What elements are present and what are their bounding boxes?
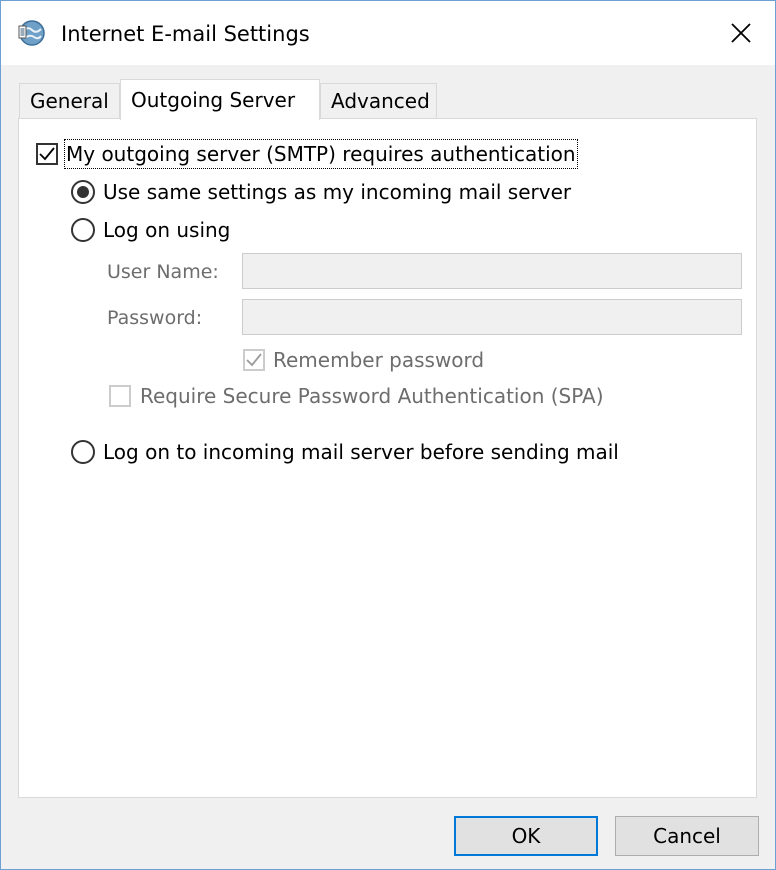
cancel-button[interactable]: Cancel	[615, 816, 759, 856]
smtp-auth-label[interactable]: My outgoing server (SMTP) requires authe…	[64, 139, 578, 169]
title-bar[interactable]: Internet E-mail Settings	[1, 1, 775, 65]
smtp-auth-checkbox[interactable]	[36, 143, 58, 165]
password-label: Password:	[107, 307, 203, 329]
tab-label: Outgoing Server	[131, 88, 296, 112]
remember-password-checkbox[interactable]	[243, 349, 265, 371]
remember-password-label[interactable]: Remember password	[273, 347, 484, 373]
log-on-incoming-radio[interactable]	[71, 440, 95, 464]
checkmark-icon	[246, 353, 262, 367]
tab-label: General	[30, 89, 109, 113]
spa-label[interactable]: Require Secure Password Authentication (…	[140, 383, 604, 409]
use-same-settings-radio[interactable]	[71, 180, 95, 204]
tab-outgoing-server[interactable]: Outgoing Server	[120, 79, 320, 120]
close-icon	[731, 23, 751, 43]
password-field[interactable]	[242, 299, 742, 335]
log-on-using-radio[interactable]	[71, 218, 95, 242]
outlook-globe-icon	[18, 20, 45, 46]
tab-advanced[interactable]: Advanced	[320, 83, 437, 119]
checkmark-icon	[39, 147, 55, 161]
window-title: Internet E-mail Settings	[61, 22, 310, 46]
tab-label: Advanced	[331, 89, 430, 113]
email-settings-dialog: Internet E-mail Settings General Outgoin…	[0, 0, 776, 870]
use-same-settings-label[interactable]: Use same settings as my incoming mail se…	[103, 179, 571, 205]
close-button[interactable]	[707, 1, 775, 65]
log-on-incoming-label[interactable]: Log on to incoming mail server before se…	[103, 439, 619, 465]
username-label: User Name:	[107, 261, 219, 283]
ok-button[interactable]: OK	[454, 816, 598, 856]
spa-checkbox[interactable]	[109, 385, 131, 407]
tab-panel-outgoing-server: My outgoing server (SMTP) requires authe…	[18, 118, 757, 798]
radio-selected-dot	[77, 186, 89, 198]
tab-general[interactable]: General	[19, 83, 120, 119]
log-on-using-label[interactable]: Log on using	[103, 217, 230, 243]
username-field[interactable]	[242, 253, 742, 289]
